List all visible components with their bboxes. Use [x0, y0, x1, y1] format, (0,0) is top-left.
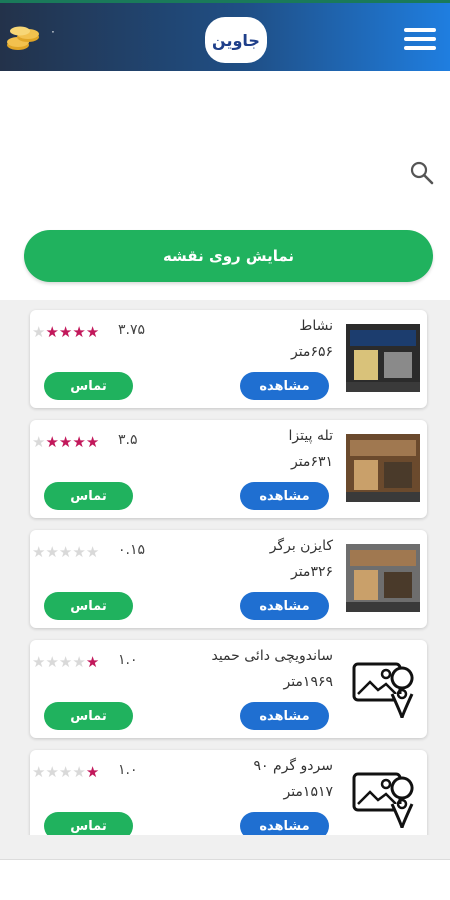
place-card[interactable]: سردو گرم ۹۰ ۱۵۱۷متر ۱.۰ ★★★★★ مشاهده تما…	[30, 750, 427, 835]
hamburger-icon[interactable]	[404, 28, 436, 52]
place-rating: ۳.۵	[118, 432, 138, 448]
star-icon: ★	[72, 543, 86, 561]
place-distance: ۳۲۶متر	[290, 564, 333, 580]
place-name[interactable]: ساندویچی دائی حمید	[211, 648, 333, 664]
app-logo[interactable]: جاوین	[205, 17, 267, 63]
place-card[interactable]: ساندویچی دائی حمید ۱۹۶۹متر ۱.۰ ★★★★★ مشا…	[30, 640, 427, 738]
search-icon[interactable]	[409, 160, 435, 186]
place-distance: ۱۵۱۷متر	[283, 784, 333, 800]
places-list[interactable]: نشاط ۶۵۶متر ۳.۷۵ ★★★★★ مشاهده تماس تله پ…	[0, 300, 450, 835]
restaurant-photo[interactable]	[346, 434, 420, 502]
star-icon: ★	[45, 433, 59, 451]
view-button[interactable]: مشاهده	[240, 592, 329, 620]
place-card[interactable]: تله پیتزا ۶۳۱متر ۳.۵ ★★★★★ مشاهده تماس	[30, 420, 427, 518]
view-button[interactable]: مشاهده	[240, 812, 329, 835]
star-icon: ★	[45, 543, 59, 561]
star-icon: ★	[32, 433, 46, 451]
star-icon: ★	[85, 323, 100, 341]
logo-text: جاوین	[212, 30, 260, 50]
coin-count: ۰	[50, 25, 56, 38]
place-card[interactable]: کایزن برگر ۳۲۶متر ۰.۱۵ ★★★★★ مشاهده تماس	[30, 530, 427, 628]
star-icon: ★	[85, 543, 100, 561]
list-footer	[0, 835, 450, 860]
show-on-map-button[interactable]: نمایش روی نقشه	[24, 230, 433, 282]
call-button[interactable]: تماس	[44, 482, 133, 510]
place-rating: ۳.۷۵	[118, 322, 146, 338]
place-distance: ۶۵۶متر	[290, 344, 333, 360]
place-rating: ۱.۰	[118, 762, 138, 778]
restaurant-photo[interactable]	[346, 324, 420, 392]
star-icon: ★	[72, 433, 86, 451]
rating-stars: ★★★★★	[32, 433, 99, 451]
star-icon: ★	[58, 763, 73, 781]
call-button[interactable]: تماس	[44, 372, 133, 400]
star-icon: ★	[58, 323, 73, 341]
rating-stars: ★★★★★	[32, 323, 99, 341]
rating-stars: ★★★★★	[32, 763, 99, 781]
star-icon: ★	[85, 763, 100, 781]
rating-stars: ★★★★★	[32, 543, 99, 561]
star-icon: ★	[72, 653, 86, 671]
divider	[0, 859, 450, 860]
star-icon: ★	[32, 543, 46, 561]
star-icon: ★	[72, 323, 86, 341]
place-name[interactable]: تله پیتزا	[289, 428, 333, 444]
place-name[interactable]: نشاط	[299, 318, 333, 334]
app-header: ۰ جاوین	[0, 0, 450, 71]
call-button[interactable]: تماس	[44, 702, 133, 730]
image-placeholder-icon	[352, 772, 414, 829]
star-icon: ★	[45, 653, 59, 671]
view-button[interactable]: مشاهده	[240, 372, 329, 400]
star-icon: ★	[32, 323, 46, 341]
star-icon: ★	[85, 433, 100, 451]
place-name[interactable]: سردو گرم ۹۰	[254, 758, 333, 774]
image-placeholder-icon	[352, 662, 414, 719]
star-icon: ★	[32, 653, 46, 671]
call-button[interactable]: تماس	[44, 812, 133, 835]
call-button[interactable]: تماس	[44, 592, 133, 620]
star-icon: ★	[45, 763, 59, 781]
place-distance: ۱۹۶۹متر	[283, 674, 333, 690]
star-icon: ★	[32, 763, 46, 781]
place-rating: ۰.۱۵	[118, 542, 146, 558]
view-button[interactable]: مشاهده	[240, 482, 329, 510]
coins-icon[interactable]	[6, 25, 40, 51]
restaurant-photo[interactable]	[346, 544, 420, 612]
star-icon: ★	[58, 543, 73, 561]
view-button[interactable]: مشاهده	[240, 702, 329, 730]
star-icon: ★	[72, 763, 86, 781]
star-icon: ★	[45, 323, 59, 341]
rating-stars: ★★★★★	[32, 653, 99, 671]
place-name[interactable]: کایزن برگر	[270, 538, 333, 554]
star-icon: ★	[58, 653, 73, 671]
place-rating: ۱.۰	[118, 652, 138, 668]
place-distance: ۶۳۱متر	[290, 454, 333, 470]
star-icon: ★	[58, 433, 73, 451]
star-icon: ★	[85, 653, 100, 671]
place-card[interactable]: نشاط ۶۵۶متر ۳.۷۵ ★★★★★ مشاهده تماس	[30, 310, 427, 408]
